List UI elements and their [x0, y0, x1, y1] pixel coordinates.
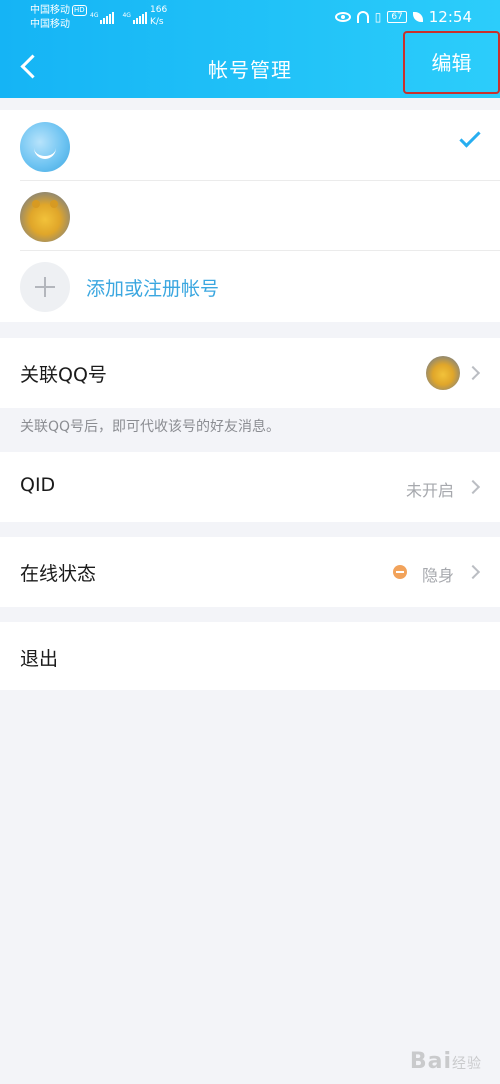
watermark-text: Bai — [409, 1049, 452, 1074]
avatar — [426, 356, 460, 390]
watermark-text-2: 经验 — [452, 1056, 482, 1072]
status-icons: ▯ 67 12:54 — [334, 8, 472, 26]
network-type: 4G — [122, 12, 131, 19]
edit-button[interactable]: 编辑 — [403, 31, 500, 94]
signal-icon: 4G — [90, 12, 115, 24]
linked-qq-row[interactable]: 关联QQ号 — [0, 338, 500, 408]
battery-icon: 67 — [387, 11, 407, 23]
hd-badge: HD — [72, 5, 87, 16]
online-status-value: 隐身 — [421, 566, 454, 585]
account-item[interactable] — [0, 180, 500, 250]
linked-qq-label: 关联QQ号 — [20, 364, 107, 386]
speed-value: 166 — [150, 5, 168, 15]
qid-row[interactable]: QID 未开启 — [0, 452, 500, 522]
qid-label: QID — [20, 474, 56, 496]
logout-row[interactable]: 退出 — [0, 622, 500, 690]
divider — [20, 250, 500, 251]
chevron-right-icon — [465, 564, 481, 580]
header: 中国移动 HD 中国移动 4G 4G 166 K/s ▯ 67 12:54 帐号… — [0, 0, 500, 98]
chevron-right-icon — [465, 479, 481, 495]
watermark: Bai经验 — [410, 1049, 482, 1074]
nav-bar: 帐号管理 编辑 — [0, 31, 500, 98]
status-dot-icon — [393, 565, 407, 579]
network-type: 4G — [90, 12, 99, 19]
avatar — [20, 192, 70, 242]
check-icon — [459, 126, 481, 148]
logout-label: 退出 — [20, 648, 59, 670]
account-list: 添加或注册帐号 — [0, 110, 500, 322]
account-item[interactable] — [0, 110, 500, 180]
avatar — [20, 122, 70, 172]
carrier-info: 中国移动 HD 中国移动 — [30, 4, 87, 32]
carrier-1: 中国移动 — [30, 5, 70, 16]
speed-unit: K/s — [150, 17, 164, 27]
eye-icon — [334, 12, 351, 22]
linked-qq-hint: 关联QQ号后，即可代收该号的好友消息。 — [20, 419, 281, 435]
signal-icon: 4G — [122, 12, 147, 24]
headset-icon — [356, 11, 369, 23]
carrier-2: 中国移动 — [30, 19, 70, 30]
qid-value: 未开启 — [405, 481, 454, 500]
vibrate-icon: ▯ — [374, 10, 382, 24]
chevron-right-icon — [465, 365, 481, 381]
clock: 12:54 — [428, 8, 472, 26]
online-status-label: 在线状态 — [20, 563, 97, 585]
online-status-row[interactable]: 在线状态 隐身 — [0, 537, 500, 607]
network-speed: 166 K/s — [150, 4, 167, 28]
signal-icons: 4G 4G — [90, 8, 147, 24]
add-account-link[interactable]: 添加或注册帐号 — [86, 274, 219, 301]
leaf-icon — [412, 12, 423, 22]
add-icon[interactable] — [20, 262, 70, 312]
